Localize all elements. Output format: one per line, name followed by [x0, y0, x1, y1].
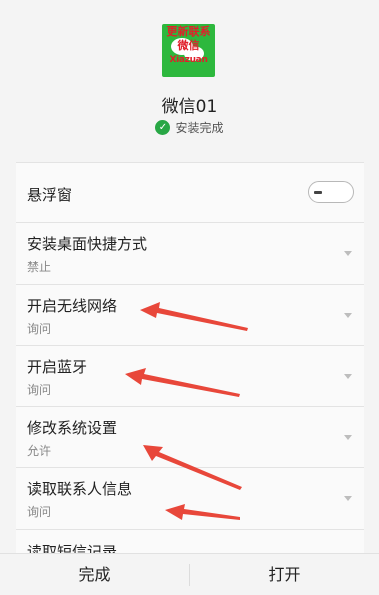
check-circle-icon: ✓ [155, 120, 171, 135]
dropdown-caret-icon[interactable] [344, 496, 352, 501]
permission-value: 询问 [27, 322, 52, 336]
bottom-action-bar: 完成 打开 [0, 553, 379, 595]
dropdown-caret-icon[interactable] [344, 435, 352, 440]
icon-watermark-line: 微信 [177, 39, 200, 52]
dropdown-caret-icon[interactable] [344, 313, 352, 318]
icon-watermark-line: Xiazuan [169, 55, 208, 65]
permission-value: 询问 [27, 383, 52, 397]
permission-row-sms[interactable]: 读取短信记录 [16, 529, 364, 554]
permission-value: 允许 [27, 444, 52, 458]
permission-title: 修改系统设置 [27, 419, 118, 437]
permission-row-wifi[interactable]: 开启无线网络 询问 [16, 284, 364, 345]
permission-row-desktop-shortcut[interactable]: 安装桌面快捷方式 禁止 [16, 222, 364, 284]
app-header: 更新联系 微信 Xiazuan 微信01 ✓ 安装完成 [0, 0, 379, 150]
permission-row-system-settings[interactable]: 修改系统设置 允许 [16, 406, 364, 467]
permission-row-bluetooth[interactable]: 开启蓝牙 询问 [16, 345, 364, 406]
open-button[interactable]: 打开 [190, 554, 379, 595]
permission-row-contacts[interactable]: 读取联系人信息 询问 [16, 467, 364, 529]
permission-title: 读取联系人信息 [27, 480, 133, 498]
dropdown-caret-icon[interactable] [344, 374, 352, 379]
permission-list[interactable]: 悬浮窗 安装桌面快捷方式 禁止 开启无线网络 询问 开启蓝牙 询问 修改系统设置… [16, 162, 364, 554]
done-button[interactable]: 完成 [0, 554, 189, 595]
install-status-text: 安装完成 [175, 121, 224, 135]
permission-value: 询问 [27, 505, 52, 519]
icon-watermark-line: 更新联系 [166, 25, 211, 38]
install-status: ✓ 安装完成 [0, 119, 379, 136]
permission-row-floating-window[interactable]: 悬浮窗 [16, 162, 364, 222]
permission-title: 悬浮窗 [27, 186, 73, 204]
permission-title: 开启蓝牙 [27, 358, 88, 376]
dropdown-caret-icon[interactable] [344, 251, 352, 256]
permission-title: 安装桌面快捷方式 [27, 235, 148, 253]
toggle-knob [314, 191, 322, 194]
permission-title: 开启无线网络 [27, 297, 118, 315]
wechat-app-icon: 更新联系 微信 Xiazuan [162, 24, 215, 77]
permission-value: 禁止 [27, 260, 52, 274]
floating-window-toggle[interactable] [308, 181, 354, 203]
app-name: 微信01 [161, 97, 218, 117]
